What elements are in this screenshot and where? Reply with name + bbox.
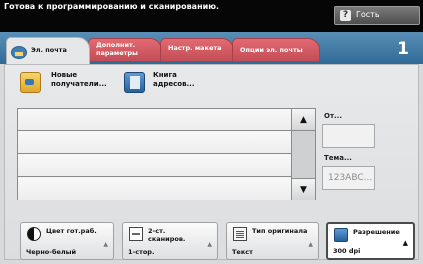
tab-layout-settings[interactable]: Настр. макета (160, 38, 234, 61)
address-book-label-line1: Книга (153, 71, 177, 79)
subject-field[interactable]: 123ABC... (322, 166, 375, 190)
duplex-icon (129, 227, 143, 241)
tab-email[interactable]: Эл. почта (6, 37, 90, 64)
new-recipients-label-line1: Новые (51, 71, 78, 79)
resolution-icon (334, 228, 348, 242)
duplex-title-line2: сканиров. (148, 235, 186, 243)
document-icon (233, 227, 247, 241)
tab-advanced-settings[interactable]: Дополнит. параметры (88, 38, 162, 61)
tab-strip: Эл. почта Дополнит. параметры Настр. мак… (0, 32, 423, 64)
tab-email-label: Эл. почта (31, 46, 67, 54)
address-book-label-line2: адресов... (153, 80, 195, 88)
chevron-up-icon: ▲ (103, 241, 108, 248)
subject-label[interactable]: Тема... (324, 154, 352, 162)
address-book-icon (124, 72, 145, 93)
duplex-scan-button[interactable]: 2-ст. сканиров. 1-стор. ▲ (122, 222, 218, 260)
address-book-button[interactable]: Книга адресов... (124, 70, 219, 96)
output-color-title: Цвет гот.раб. (46, 227, 97, 235)
list-row[interactable] (18, 178, 291, 200)
status-bar: Готова к программированию и сканированию… (0, 0, 423, 32)
list-row[interactable] (18, 132, 291, 154)
tab-advanced-label-line2: параметры (96, 48, 138, 57)
scroll-down-button[interactable]: ▼ (292, 178, 315, 200)
original-type-value: Текст (232, 248, 253, 256)
guest-icon: ? (340, 10, 351, 21)
new-recipients-button[interactable]: Новые получатели... (20, 70, 115, 96)
email-icon (11, 46, 27, 59)
scroll-up-button[interactable]: ▲ (292, 109, 315, 131)
job-count: 1 (397, 39, 409, 59)
guest-label: Гость (356, 10, 380, 19)
status-message: Готова к программированию и сканированию… (4, 2, 220, 11)
chevron-up-icon: ▲ (308, 241, 313, 248)
duplex-title-line1: 2-ст. (148, 227, 166, 235)
duplex-value: 1-стор. (128, 248, 155, 256)
list-row[interactable] (18, 155, 291, 177)
tab-layout-label: Настр. макета (168, 44, 222, 52)
output-color-value: Черно-белый (26, 248, 77, 256)
original-type-button[interactable]: Тип оригинала Текст ▲ (226, 222, 319, 260)
output-color-button[interactable]: Цвет гот.раб. Черно-белый ▲ (20, 222, 114, 260)
recipient-icon (20, 72, 41, 93)
guest-login-button[interactable]: ? Гость (334, 6, 420, 25)
from-label[interactable]: От... (324, 112, 342, 120)
resolution-button[interactable]: Разрешение 300 dpi ▲ (326, 222, 415, 260)
subject-value: 123ABC... (328, 173, 373, 183)
chevron-up-icon: ▲ (207, 241, 212, 248)
tab-email-options-label: Опции эл. почты (240, 46, 303, 54)
resolution-value: 300 dpi (333, 247, 361, 255)
tab-email-options[interactable]: Опции эл. почты (232, 38, 320, 61)
from-field[interactable] (322, 124, 375, 148)
new-recipients-label-line2: получатели... (51, 80, 107, 88)
chevron-up-icon: ▲ (402, 239, 408, 247)
recipient-list-scrollbar[interactable]: ▲ ▼ (292, 108, 316, 200)
original-type-title: Тип оригинала (252, 227, 308, 235)
resolution-title: Разрешение (353, 228, 400, 236)
recipient-list (17, 108, 292, 200)
color-mode-icon (27, 227, 41, 241)
list-row[interactable] (18, 109, 291, 131)
scan-to-email-screen: Готова к программированию и сканированию… (0, 0, 423, 264)
